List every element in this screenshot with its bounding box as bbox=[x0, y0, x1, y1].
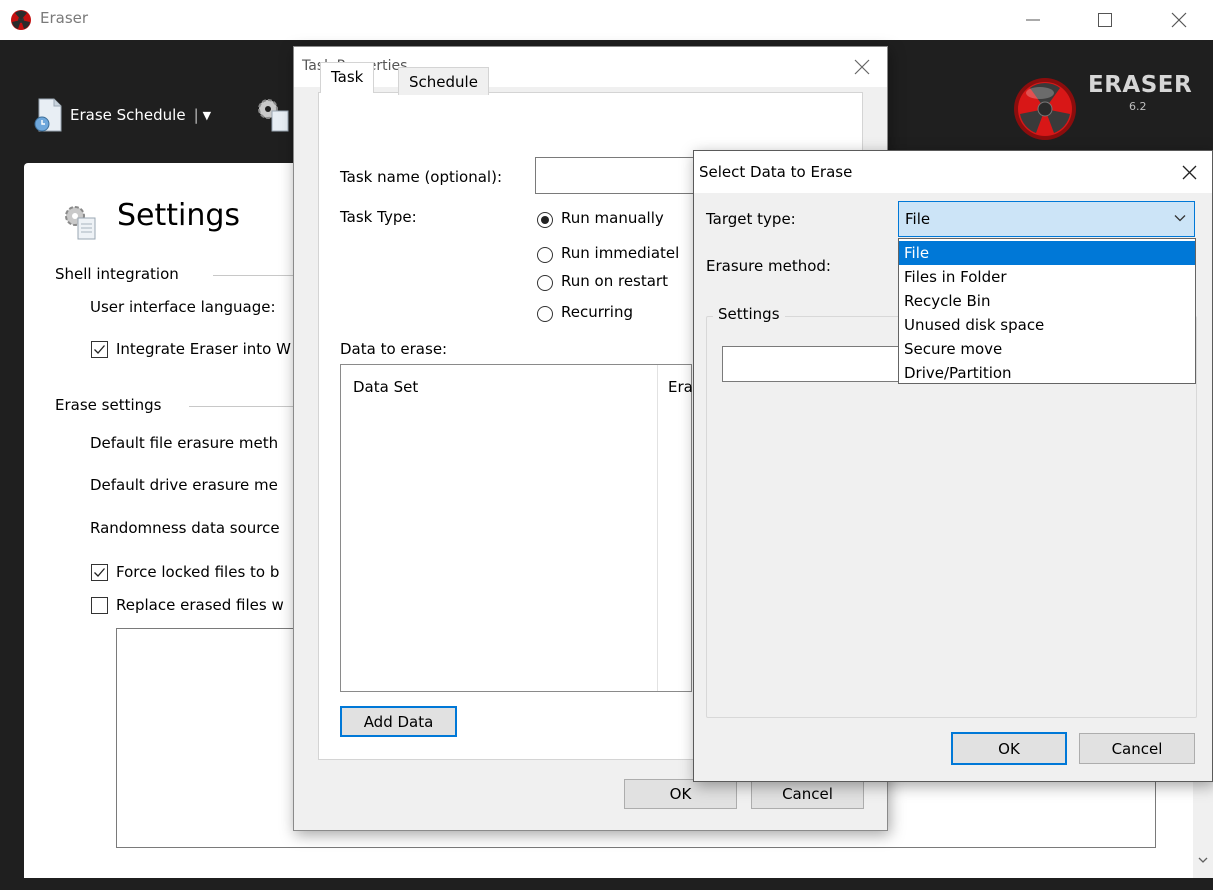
shell-integration-heading: Shell integration bbox=[55, 265, 179, 283]
select-dialog-title: Select Data to Erase bbox=[699, 163, 853, 181]
target-type-value: File bbox=[905, 210, 931, 228]
task-ok-button[interactable]: OK bbox=[624, 779, 737, 809]
task-type-label: Task Type: bbox=[340, 208, 417, 226]
brand-version: 6.2 bbox=[1129, 100, 1147, 113]
settings-gear-icon[interactable] bbox=[254, 95, 292, 135]
column-header-data-set[interactable]: Data Set bbox=[353, 378, 418, 396]
eraser-app-icon bbox=[11, 10, 31, 30]
option-file[interactable]: File bbox=[899, 241, 1195, 265]
column-separator[interactable] bbox=[657, 365, 658, 691]
select-ok-button[interactable]: OK bbox=[951, 732, 1067, 765]
settings-input[interactable] bbox=[722, 346, 912, 382]
option-files-in-folder[interactable]: Files in Folder bbox=[899, 265, 1195, 289]
checkmark-icon bbox=[94, 345, 105, 354]
main-title-bar: Eraser bbox=[0, 0, 1213, 40]
select-dialog-title-bar: Select Data to Erase bbox=[694, 151, 1212, 193]
ui-language-label: User interface language: bbox=[90, 298, 276, 316]
erase-schedule-toolbar-button[interactable]: Erase Schedule | ▼ bbox=[34, 93, 211, 137]
data-to-erase-label: Data to erase: bbox=[340, 340, 448, 358]
close-icon bbox=[1182, 165, 1196, 179]
erase-settings-heading: Erase settings bbox=[55, 396, 162, 414]
run-manually-radio[interactable] bbox=[537, 212, 553, 228]
chevron-down-icon bbox=[1174, 215, 1186, 222]
task-dialog-title-bar: Task Properties bbox=[294, 47, 887, 87]
tab-schedule[interactable]: Schedule bbox=[398, 67, 489, 95]
settings-group-label: Settings bbox=[713, 305, 785, 323]
minimize-button[interactable] bbox=[1010, 0, 1056, 40]
integrate-checkbox[interactable] bbox=[91, 341, 108, 358]
recurring-label: Recurring bbox=[561, 303, 633, 321]
maximize-icon bbox=[1098, 13, 1112, 27]
maximize-button[interactable] bbox=[1082, 0, 1128, 40]
task-name-input[interactable] bbox=[535, 157, 700, 194]
force-locked-checkbox[interactable] bbox=[91, 564, 108, 581]
option-recycle-bin[interactable]: Recycle Bin bbox=[899, 289, 1195, 313]
run-on-restart-radio[interactable] bbox=[537, 275, 553, 291]
run-immediately-label: Run immediatel bbox=[561, 244, 680, 262]
recurring-radio[interactable] bbox=[537, 306, 553, 322]
erase-schedule-label: Erase Schedule bbox=[70, 106, 186, 124]
task-name-label: Task name (optional): bbox=[340, 168, 502, 186]
option-unused-disk-space[interactable]: Unused disk space bbox=[899, 313, 1195, 337]
settings-page-icon bbox=[65, 206, 96, 240]
select-dialog-close-button[interactable] bbox=[1177, 160, 1201, 184]
close-icon bbox=[1171, 12, 1187, 28]
target-type-dropdown-list: File Files in Folder Recycle Bin Unused … bbox=[898, 238, 1196, 384]
data-to-erase-list[interactable]: Data Set Era bbox=[340, 364, 693, 692]
eraser-logo-icon bbox=[1014, 78, 1076, 140]
close-button[interactable] bbox=[1156, 0, 1202, 40]
task-cancel-button[interactable]: Cancel bbox=[751, 779, 864, 809]
default-file-method-label: Default file erasure meth bbox=[90, 434, 279, 452]
column-header-erasure[interactable]: Era bbox=[668, 378, 693, 396]
window-title: Eraser bbox=[40, 9, 89, 27]
section-divider bbox=[189, 406, 295, 407]
run-manually-label: Run manually bbox=[561, 209, 664, 227]
integrate-label: Integrate Eraser into W bbox=[116, 340, 291, 358]
brand-name: ERASER bbox=[1088, 72, 1193, 98]
document-clock-icon bbox=[34, 98, 62, 132]
target-type-select[interactable]: File bbox=[898, 201, 1195, 237]
target-type-label: Target type: bbox=[706, 210, 796, 228]
page-title: Settings bbox=[117, 198, 241, 233]
option-drive-partition[interactable]: Drive/Partition bbox=[899, 361, 1195, 385]
erasure-method-label: Erasure method: bbox=[706, 257, 831, 275]
default-drive-method-label: Default drive erasure me bbox=[90, 476, 278, 494]
replace-erased-checkbox[interactable] bbox=[91, 597, 108, 614]
option-secure-move[interactable]: Secure move bbox=[899, 337, 1195, 361]
dropdown-arrow-icon[interactable]: ▼ bbox=[203, 109, 211, 122]
add-data-button[interactable]: Add Data bbox=[340, 706, 457, 737]
tab-task[interactable]: Task bbox=[320, 62, 375, 93]
run-immediately-radio[interactable] bbox=[537, 247, 553, 263]
section-divider bbox=[213, 275, 295, 276]
checkmark-icon bbox=[94, 568, 105, 577]
scroll-down-icon[interactable] bbox=[1193, 850, 1213, 872]
minimize-icon bbox=[1026, 19, 1040, 21]
close-icon bbox=[854, 59, 870, 75]
toolbar-separator: | bbox=[193, 106, 199, 124]
randomness-source-label: Randomness data source bbox=[90, 519, 280, 537]
run-on-restart-label: Run on restart bbox=[561, 272, 668, 290]
task-dialog-close-button[interactable] bbox=[850, 55, 874, 79]
select-cancel-button[interactable]: Cancel bbox=[1079, 733, 1195, 764]
replace-erased-label: Replace erased files w bbox=[116, 596, 284, 614]
force-locked-label: Force locked files to b bbox=[116, 563, 280, 581]
